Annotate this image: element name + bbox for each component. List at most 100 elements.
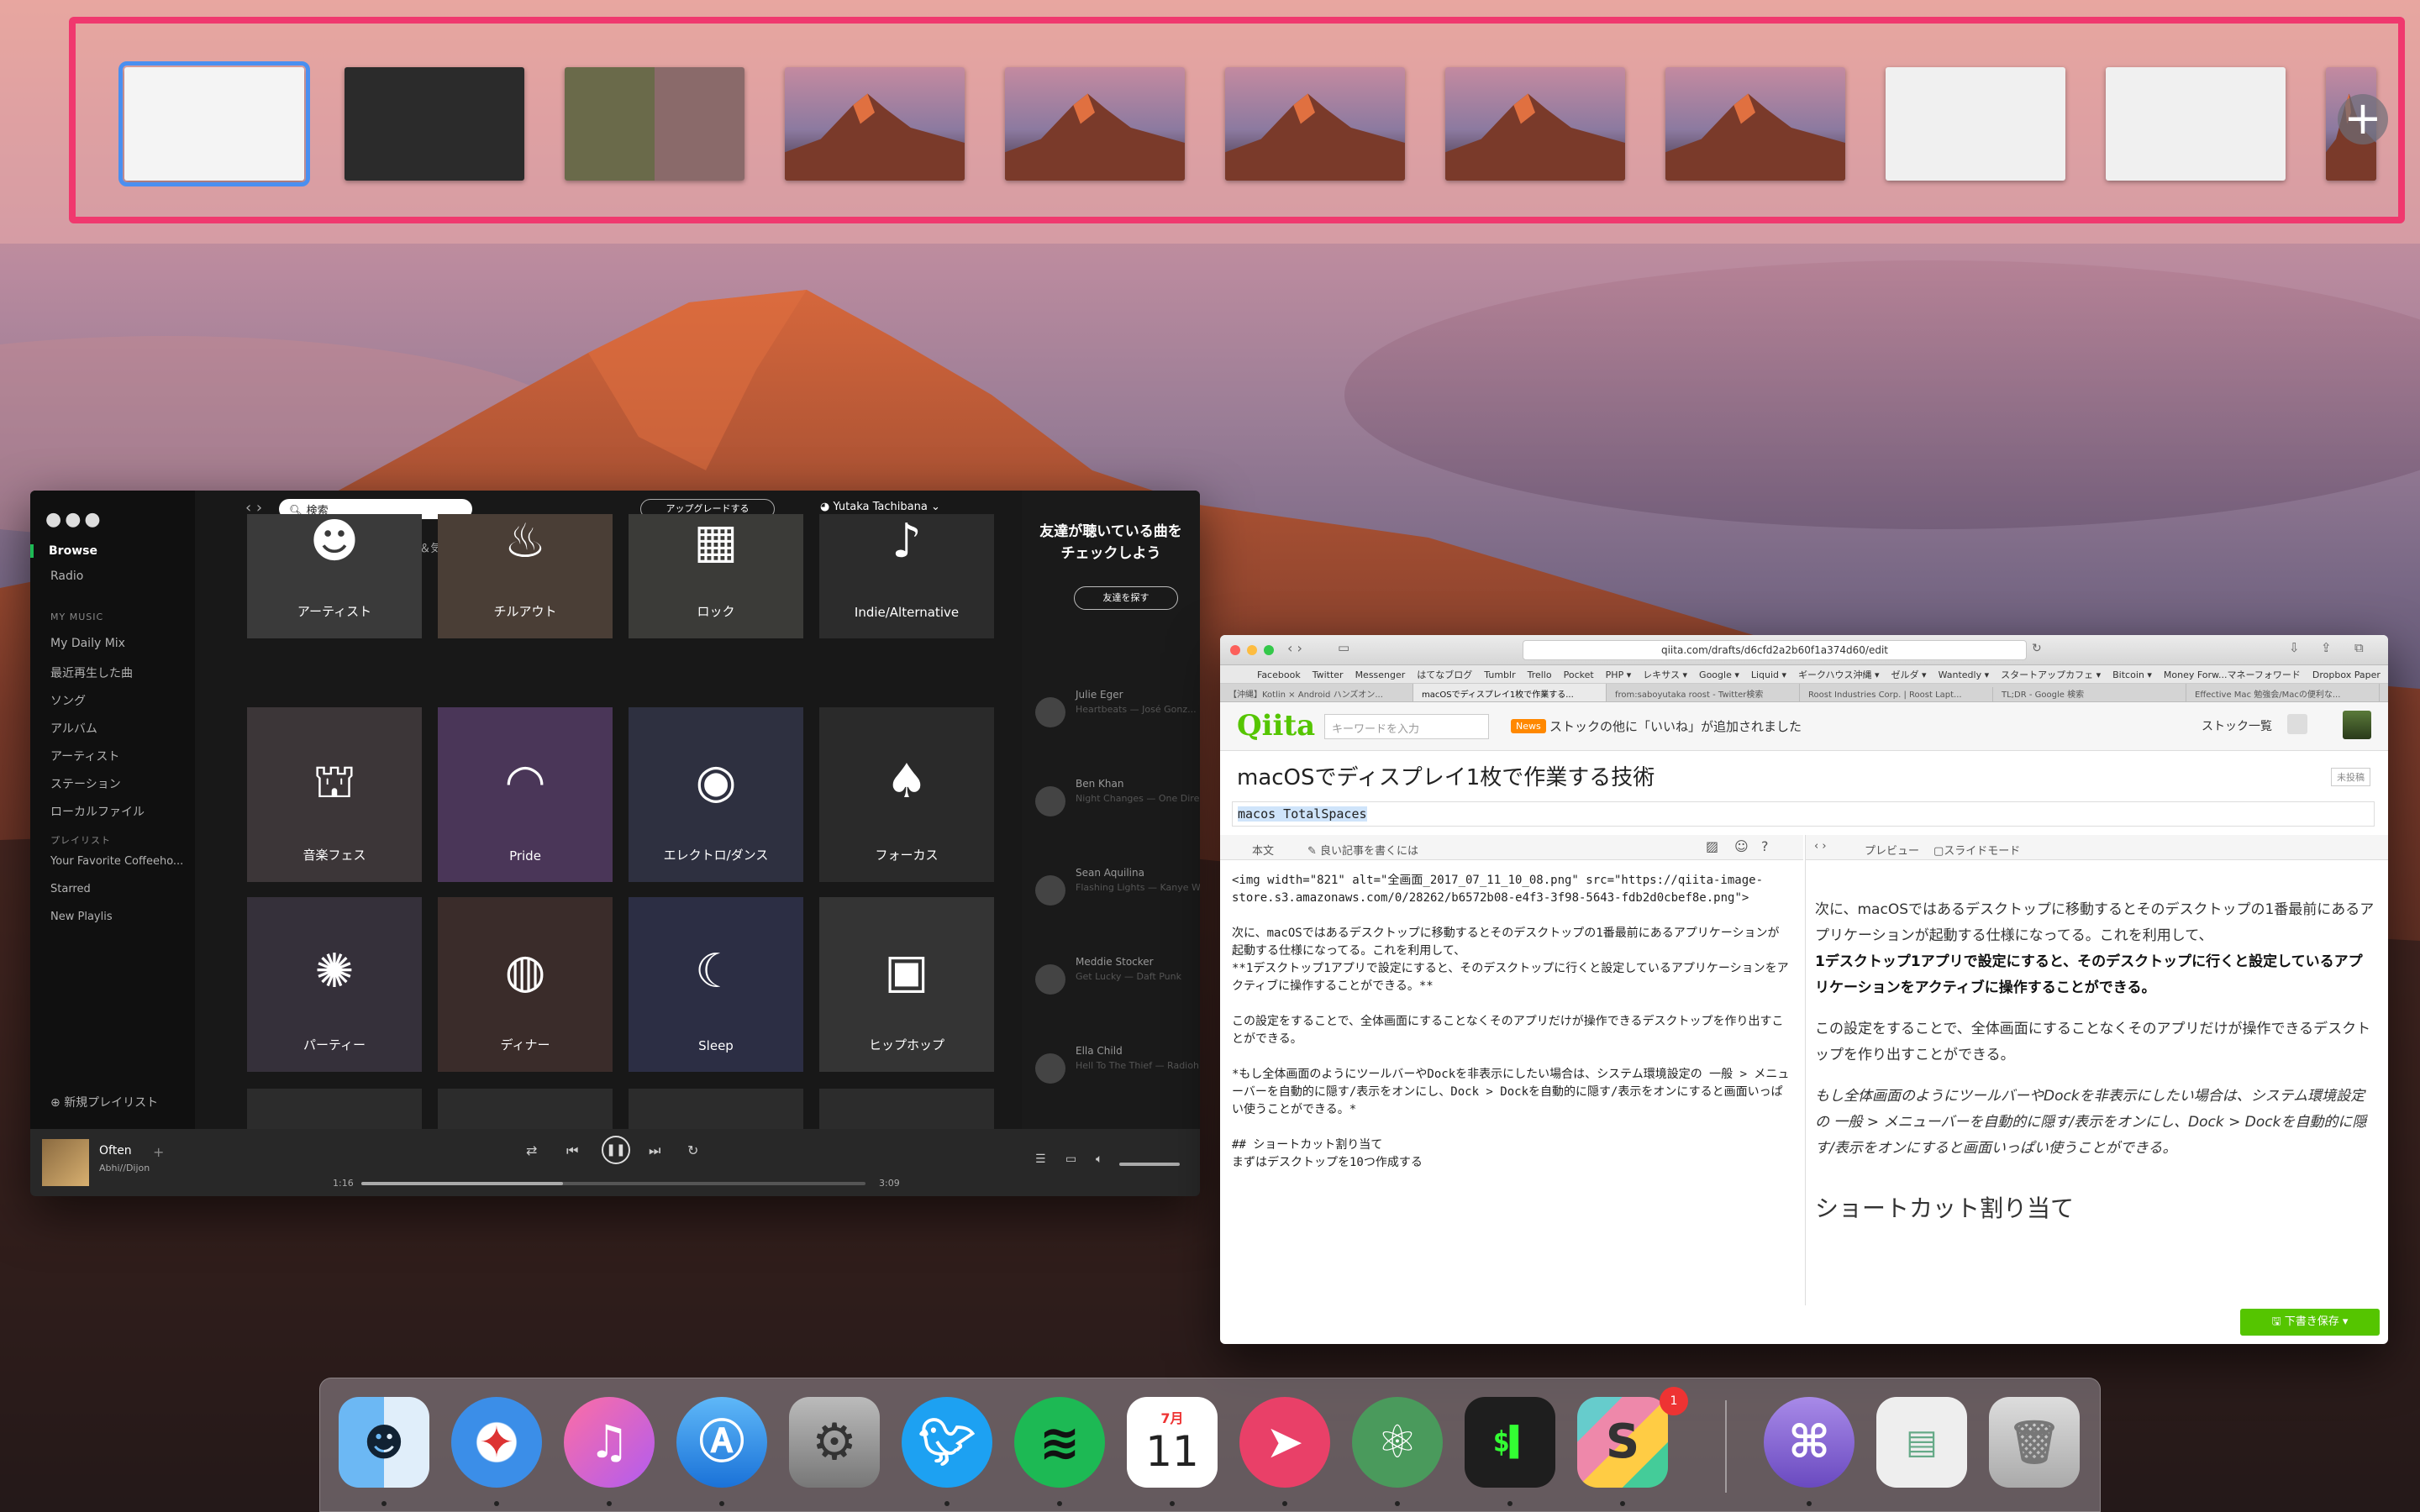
category-tile[interactable] — [819, 1089, 994, 1129]
system-preferences-icon[interactable]: ⚙ — [789, 1397, 880, 1488]
notification-icon[interactable] — [2287, 714, 2307, 734]
window-controls[interactable]: ●●● — [45, 509, 104, 530]
itunes-icon[interactable]: ♫ — [564, 1397, 655, 1488]
favorite-link[interactable]: スタートアップカフェ ▾ — [2001, 669, 2101, 680]
app-store-icon[interactable]: Ⓐ — [676, 1397, 767, 1488]
favorite-link[interactable]: Bitcoin ▾ — [2112, 669, 2152, 680]
calendar-icon[interactable]: 7月 11 — [1127, 1397, 1218, 1488]
category-tile[interactable] — [629, 1089, 803, 1129]
stock-list-link[interactable]: ストック一覧 — [2202, 717, 2272, 734]
track-title[interactable]: Often — [99, 1144, 132, 1158]
favorite-link[interactable]: PHP ▾ — [1606, 669, 1632, 680]
sync-scroll-arrows[interactable]: ‹ › — [1814, 840, 1827, 853]
sidebar-item-playlist[interactable]: New Playlis — [50, 911, 113, 923]
safari-icon[interactable]: ✦ — [451, 1397, 542, 1488]
space-thumbnail[interactable] — [2106, 67, 2286, 181]
sidebar-item-my-music[interactable]: アーティスト — [50, 748, 119, 764]
sidebar-icon[interactable]: ▭ — [1338, 640, 1349, 655]
pause-button[interactable]: ❚❚ — [602, 1136, 630, 1164]
favorite-link[interactable]: Google ▾ — [1699, 669, 1739, 680]
new-playlist-button[interactable]: ⊕ 新規プレイリスト — [50, 1094, 158, 1110]
atom-icon[interactable]: ⚛ — [1352, 1397, 1443, 1488]
favorite-link[interactable]: ゼルダ ▾ — [1891, 669, 1927, 680]
favorite-link[interactable]: Tumblr — [1484, 669, 1515, 680]
friend-activity-item[interactable]: Julie Eger Heartbeats — José Gonz... — [1035, 689, 1197, 756]
favorite-link[interactable]: はてなブログ — [1417, 669, 1472, 680]
help-icon[interactable]: ? — [1761, 838, 1769, 854]
repeat-icon[interactable]: ↻ — [687, 1142, 698, 1158]
zoom-button[interactable] — [1264, 645, 1274, 655]
download-icon[interactable]: ⇩ — [2289, 640, 2300, 655]
category-tile[interactable]: ♠ フォーカス — [819, 707, 994, 882]
avatar[interactable] — [2343, 711, 2371, 739]
category-tile[interactable] — [247, 1089, 422, 1129]
sidebar-item-my-music[interactable]: ソング — [50, 692, 86, 709]
category-tile[interactable]: ♨ チルアウト — [438, 514, 613, 638]
queue-icon[interactable]: ☰ — [1035, 1152, 1046, 1166]
add-track-icon[interactable]: + — [153, 1144, 164, 1160]
album-cover[interactable] — [42, 1139, 89, 1186]
favorite-link[interactable]: Twitter — [1313, 669, 1344, 680]
browser-tab[interactable]: Effective Mac 勉強会/Macの便利な... — [2186, 684, 2380, 701]
favorite-link[interactable]: レキサス ▾ — [1643, 669, 1687, 680]
sidebar-item-my-music[interactable]: アルバム — [50, 720, 97, 737]
sidebar-item-playlist[interactable]: Starred — [50, 883, 91, 895]
next-icon[interactable]: ⏭︎ — [649, 1142, 660, 1159]
favorite-link[interactable]: Wantedly ▾ — [1939, 669, 1990, 680]
browser-tab[interactable]: Roost Industries Corp. | Roost Lapt... — [1800, 687, 1993, 701]
browser-tab[interactable]: TL;DR - Google 検索 — [1993, 684, 2186, 701]
tab-body[interactable]: 本文 — [1252, 842, 1274, 858]
trash-icon[interactable]: 🗑︎ — [1989, 1397, 2080, 1488]
skitch-icon[interactable]: ➤ — [1239, 1397, 1330, 1488]
alfred-icon[interactable]: ⌘ — [1764, 1397, 1854, 1488]
sidebar-item-my-music[interactable]: 最近再生した曲 — [50, 664, 133, 681]
browser-tab[interactable]: macOSでディスプレイ1枚で作業する... — [1413, 684, 1607, 701]
close-button[interactable] — [1230, 645, 1240, 655]
article-title-input[interactable]: macOSでディスプレイ1枚で作業する技術 — [1237, 761, 2354, 795]
reload-icon[interactable]: ↻ — [2032, 642, 2042, 655]
space-thumbnail[interactable] — [1665, 67, 1845, 181]
volume-slider[interactable] — [1119, 1163, 1180, 1166]
category-tile[interactable]: ▣ ヒップホップ — [819, 897, 994, 1072]
news-link[interactable]: ストックの他に「いいね」が追加されました — [1549, 717, 1802, 735]
track-artist[interactable]: Abhi//Dijon — [99, 1163, 150, 1173]
favorite-link[interactable]: ギークハウス沖縄 ▾ — [1798, 669, 1879, 680]
space-thumbnail[interactable] — [118, 61, 310, 186]
favorite-link[interactable]: Money Forw...マネーフォワード — [2164, 669, 2301, 680]
qiita-logo[interactable]: Qiita — [1237, 709, 1315, 743]
emoji-icon[interactable]: ☺ — [1734, 838, 1749, 854]
add-space-button[interactable]: + — [2338, 94, 2388, 144]
browser-tab[interactable]: 【沖縄】Kotlin × Android ハンズオン... — [1220, 684, 1413, 701]
favorite-link[interactable]: Dropbox Paper — [2312, 669, 2381, 680]
sidebar-item-my-music[interactable]: ローカルファイル — [50, 803, 145, 820]
category-tile[interactable]: ☻ アーティスト — [247, 514, 422, 638]
friend-activity-item[interactable]: Sean Aquilina Flashing Lights — Kanye Wes… — [1035, 867, 1200, 934]
spotify-icon[interactable]: ≋ — [1014, 1397, 1105, 1488]
friend-activity-item[interactable]: Ben Khan Night Changes — One Direct... — [1035, 778, 1200, 845]
user-menu[interactable]: ◕ Yutaka Tachibana ⌄ — [820, 501, 940, 513]
back-forward-icon[interactable]: ‹ › — [1287, 640, 1302, 656]
category-tile[interactable]: ◍ ディナー — [438, 897, 613, 1072]
search-input[interactable]: キーワードを入力 — [1324, 714, 1489, 739]
previous-icon[interactable]: ⏮︎ — [566, 1142, 578, 1159]
tabs-overview-icon[interactable]: ⧉ — [2354, 640, 2364, 655]
category-tile[interactable]: ◠ Pride — [438, 707, 613, 882]
minimize-button[interactable] — [1247, 645, 1257, 655]
sidebar-item-radio[interactable]: Radio — [50, 570, 83, 583]
favorite-link[interactable]: Messenger — [1355, 669, 1406, 680]
chevron-down-icon[interactable]: ▾ — [2343, 1315, 2349, 1328]
space-thumbnail[interactable] — [1005, 67, 1185, 181]
favorite-link[interactable]: Trello — [1528, 669, 1552, 680]
sidebar-item-my-music[interactable]: My Daily Mix — [50, 637, 125, 650]
image-upload-icon[interactable]: ▨ — [1706, 838, 1718, 854]
favorite-link[interactable]: Pocket — [1564, 669, 1594, 680]
writing-tips-link[interactable]: ✎ 良い記事を書くには — [1307, 842, 1418, 858]
terminal-icon[interactable]: $▌ — [1465, 1397, 1555, 1488]
friend-activity-item[interactable]: Ella Child Hell To The Thief — Radioh... — [1035, 1045, 1200, 1112]
volume-icon[interactable]: 🔈︎ — [1096, 1152, 1102, 1166]
category-tile[interactable]: ⛫ 音楽フェス — [247, 707, 422, 882]
save-draft-button[interactable]: 🖫︎ 下書き保存 ▾ — [2240, 1309, 2380, 1336]
sidebar-item-playlist[interactable]: Your Favorite Coffeeho... — [50, 855, 183, 868]
favorite-link[interactable]: Liquid ▾ — [1751, 669, 1786, 680]
category-tile[interactable]: ♪ Indie/Alternative — [819, 514, 994, 638]
